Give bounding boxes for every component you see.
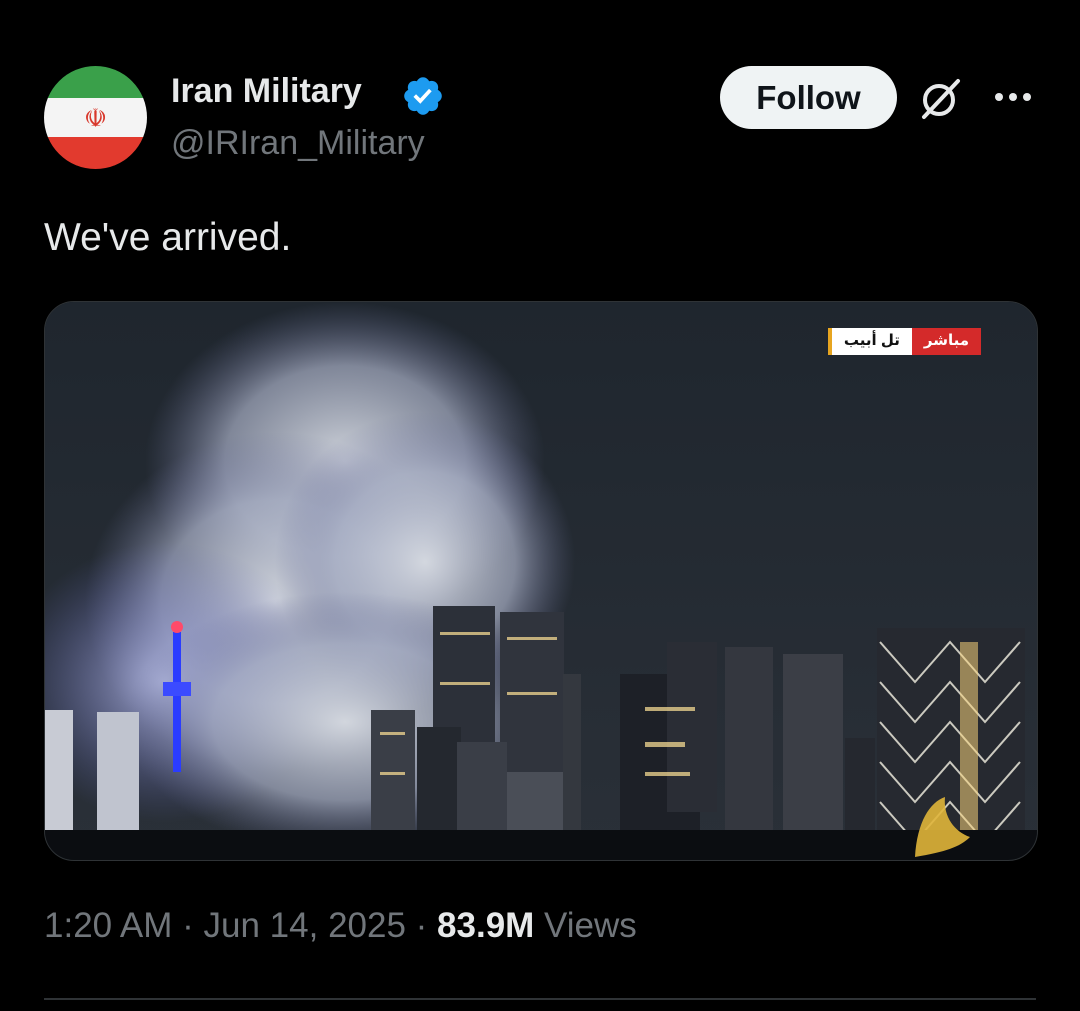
city-skyline-image — [45, 302, 1037, 860]
tweet-date[interactable]: Jun 14, 2025 — [204, 906, 406, 945]
tweet-meta: 1:20 AM · Jun 14, 2025 · 83.9M Views — [44, 906, 637, 946]
flag-emblem: ☫ — [83, 102, 108, 133]
tweet-media-image[interactable]: تل أبيب مباشر — [44, 301, 1038, 861]
views-count[interactable]: 83.9M — [437, 906, 534, 945]
meta-separator: · — [172, 906, 204, 945]
grok-icon[interactable] — [918, 77, 964, 121]
tweet-text: We've arrived. — [44, 216, 292, 259]
avatar[interactable]: ☫ — [44, 66, 147, 169]
more-options-icon[interactable] — [992, 86, 1034, 108]
views-label: Views — [534, 906, 637, 945]
live-badge-city: تل أبيب — [827, 328, 912, 355]
author-name[interactable]: Iran Military — [171, 72, 362, 111]
live-badge-live: مباشر — [911, 328, 981, 355]
verified-badge-icon — [404, 77, 442, 115]
tweet-time[interactable]: 1:20 AM — [44, 906, 172, 945]
follow-button[interactable]: Follow — [720, 66, 897, 129]
author-handle[interactable]: @IRIran_Military — [171, 124, 425, 163]
divider — [44, 998, 1036, 1000]
live-badge: تل أبيب مباشر — [827, 328, 981, 355]
meta-separator: · — [405, 906, 438, 945]
